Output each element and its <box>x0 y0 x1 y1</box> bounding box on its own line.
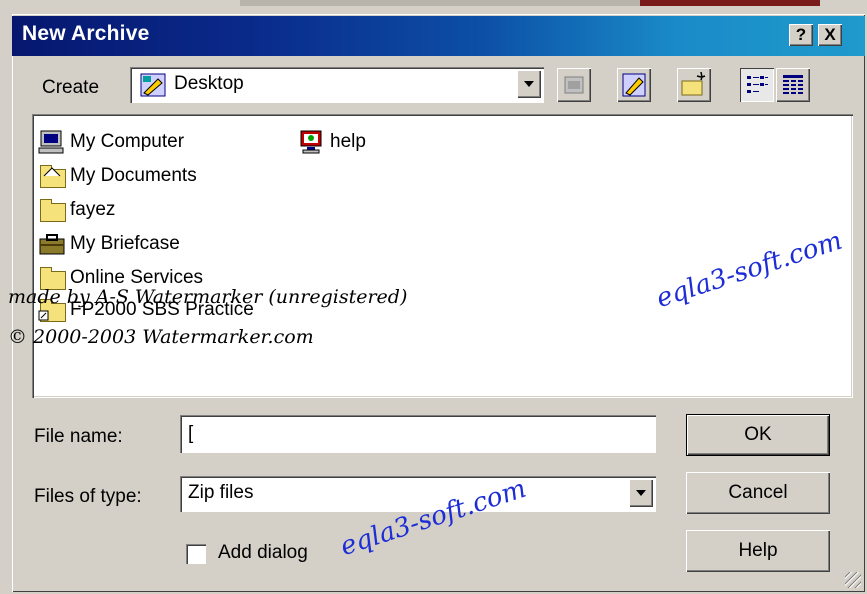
desktop-shortcut-icon <box>622 73 646 97</box>
watermark-line1: made by A-S Watermarker (unregistered) <box>8 286 408 308</box>
desktop-shortcut-button[interactable] <box>617 68 651 102</box>
filetype-dropdown-button[interactable] <box>629 479 653 507</box>
background-window-edge-dark <box>640 0 820 6</box>
filename-input[interactable]: [ <box>180 415 656 453</box>
new-folder-icon <box>681 71 706 96</box>
file-name: My Documents <box>70 165 197 186</box>
watermark-line2: © 2000-2003 Watermarker.com <box>8 326 314 348</box>
file-name: My Computer <box>70 131 185 152</box>
background-window-strip <box>0 0 867 14</box>
up-folder-icon <box>564 76 584 94</box>
list-view-button[interactable] <box>740 68 774 102</box>
file-name: help <box>330 131 366 152</box>
filename-value: [ <box>188 423 194 444</box>
add-dialog-label[interactable]: Add dialog <box>218 542 308 564</box>
ok-button[interactable]: OK <box>686 414 830 456</box>
filetype-value: Zip files <box>188 482 254 503</box>
resize-grip[interactable] <box>845 572 861 588</box>
cancel-button[interactable]: Cancel <box>686 472 830 514</box>
computer-icon <box>38 130 66 154</box>
title-bar[interactable]: New Archive ? X <box>12 16 865 56</box>
create-location-dropdown-button[interactable] <box>517 70 541 98</box>
file-list[interactable]: My Computer My Documents fayez My Briefc… <box>32 114 853 398</box>
details-view-button[interactable] <box>776 68 810 102</box>
filename-label-text: File name: <box>34 426 123 447</box>
desktop-icon <box>140 73 166 97</box>
details-view-icon <box>783 75 803 94</box>
filetype-label: Files of type: <box>34 486 142 507</box>
briefcase-icon <box>38 232 66 256</box>
list-item[interactable]: My Documents <box>38 162 197 190</box>
create-location-value: Desktop <box>174 73 244 94</box>
file-name: My Briefcase <box>70 233 180 254</box>
help-button[interactable]: Help <box>686 530 830 572</box>
list-item[interactable]: My Computer <box>38 128 184 156</box>
file-name: fayez <box>70 199 116 220</box>
filename-label: File name: <box>34 426 123 448</box>
folder-icon <box>38 198 66 222</box>
up-one-level-button[interactable] <box>557 68 591 102</box>
list-item[interactable]: help <box>298 128 366 156</box>
create-label: Create <box>42 77 100 98</box>
list-item[interactable]: fayez <box>38 196 115 224</box>
window-title: New Archive <box>22 22 150 45</box>
create-location-combo[interactable]: Desktop <box>130 67 544 103</box>
close-button[interactable]: X <box>818 24 842 46</box>
help-monitor-icon <box>298 130 326 154</box>
list-view-icon <box>747 76 768 93</box>
help-title-button[interactable]: ? <box>789 24 813 46</box>
list-item[interactable]: My Briefcase <box>38 230 180 258</box>
documents-folder-icon <box>38 164 66 188</box>
new-folder-button[interactable] <box>677 68 711 102</box>
add-dialog-checkbox[interactable] <box>186 544 206 564</box>
